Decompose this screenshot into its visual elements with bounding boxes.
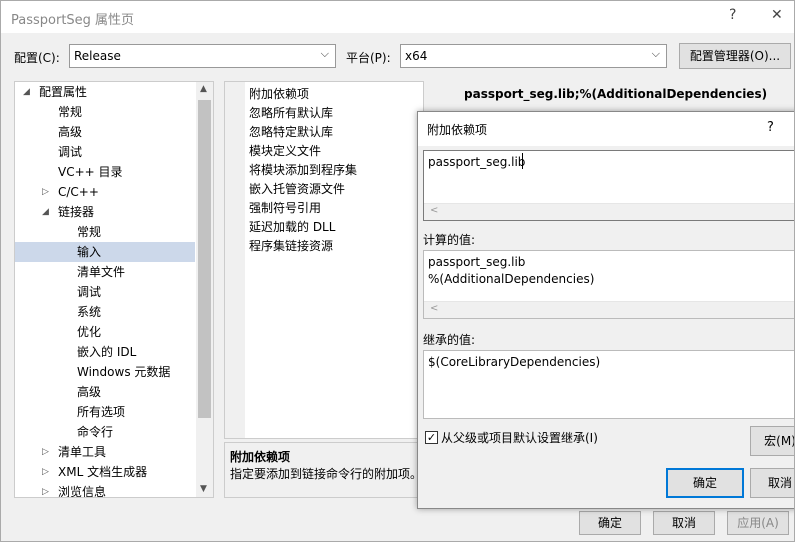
tree-item[interactable]: 清单工具 [58, 442, 106, 462]
expand-right-icon[interactable]: ▷ [42, 467, 49, 477]
tree-item[interactable]: XML 文档生成器 [58, 462, 147, 482]
tree-item[interactable]: 所有选项 [77, 402, 125, 422]
property-row[interactable]: 将模块添加到程序集 [249, 161, 357, 180]
window-title: PassportSeg 属性页 [11, 13, 135, 28]
config-manager-button[interactable]: 配置管理器(O)... [679, 43, 791, 69]
title-bar: PassportSeg 属性页 ? ✕ [1, 1, 794, 33]
additional-dependencies-dialog: 附加依赖项 ? passport_seg.lib < 计算的值: passpor… [417, 111, 794, 509]
apply-button[interactable]: 应用(A) [727, 511, 789, 535]
property-row[interactable]: 嵌入托管资源文件 [249, 180, 345, 199]
tree-item[interactable]: 调试 [77, 282, 101, 302]
scroll-left-icon[interactable]: < [430, 205, 438, 216]
tree-item[interactable]: 调试 [58, 142, 82, 162]
expand-down-icon[interactable]: ◢ [23, 87, 30, 97]
help-icon[interactable]: ? [729, 7, 736, 23]
expand-right-icon[interactable]: ▷ [42, 447, 49, 457]
tree-item[interactable]: 嵌入的 IDL [77, 342, 136, 362]
tree-item[interactable]: 系统 [77, 302, 101, 322]
scroll-up-icon[interactable]: ▲ [200, 84, 207, 94]
expand-right-icon[interactable]: ▷ [42, 187, 49, 197]
inherited-values-box: $(CoreLibraryDependencies) [423, 350, 794, 419]
tree-item[interactable]: VC++ 目录 [58, 162, 123, 182]
tree-item[interactable]: 输入 [77, 242, 101, 262]
description-panel: 附加依赖项 指定要添加到链接命令行的附加项。 [224, 442, 424, 498]
property-row[interactable]: 模块定义文件 [249, 142, 321, 161]
property-row[interactable]: 忽略所有默认库 [249, 104, 333, 123]
computed-values-box: passport_seg.lib %(AdditionalDependencie… [423, 250, 794, 319]
dialog-cancel-button[interactable]: 取消 [750, 468, 794, 498]
scroll-thumb[interactable] [198, 100, 211, 418]
computed-line: %(AdditionalDependencies) [428, 272, 595, 286]
chevron-down-icon: ⌵ [320, 47, 329, 60]
platform-value: x64 [405, 49, 428, 63]
property-row[interactable]: 忽略特定默认库 [249, 123, 333, 142]
expand-down-icon[interactable]: ◢ [42, 207, 49, 217]
description-title: 附加依赖项 [230, 450, 291, 464]
computed-label: 计算的值: [423, 233, 476, 247]
tree-item[interactable]: 高级 [58, 122, 82, 142]
inherited-value: $(CoreLibraryDependencies) [428, 355, 601, 369]
config-select[interactable]: Release ⌵ [69, 44, 336, 68]
config-label: 配置(C): [14, 51, 60, 65]
dependencies-edit-text: passport_seg.lib [428, 155, 526, 169]
tree-item[interactable]: 常规 [58, 102, 82, 122]
scroll-down-icon[interactable]: ▼ [200, 484, 207, 494]
platform-select[interactable]: x64 ⌵ [400, 44, 667, 68]
computed-line: passport_seg.lib [428, 255, 526, 269]
config-value: Release [74, 49, 121, 63]
close-icon[interactable]: ✕ [771, 7, 783, 23]
macro-button[interactable]: 宏(M) [750, 426, 794, 456]
property-row[interactable]: 延迟加载的 DLL [249, 218, 335, 237]
dependencies-edit-box[interactable]: passport_seg.lib < [423, 150, 794, 221]
platform-label: 平台(P): [346, 51, 391, 65]
text-cursor [522, 153, 523, 169]
inherit-checkbox[interactable]: ✓ [425, 431, 438, 444]
tree-selection-highlight [15, 242, 195, 262]
property-row[interactable]: 附加依赖项 [249, 85, 309, 104]
property-row[interactable]: 程序集链接资源 [249, 237, 333, 256]
additional-dependencies-value[interactable]: passport_seg.lib;%(AdditionalDependencie… [464, 87, 767, 101]
expand-right-icon[interactable]: ▷ [42, 487, 49, 497]
dialog-title-bar: 附加依赖项 ? [418, 112, 794, 146]
grid-margin [225, 82, 245, 438]
tree-item[interactable]: Windows 元数据 [77, 362, 170, 382]
computed-hscroll[interactable]: < [424, 301, 794, 318]
tree-item[interactable]: 高级 [77, 382, 101, 402]
dialog-ok-button[interactable]: 确定 [666, 468, 744, 498]
tree-item[interactable]: 清单文件 [77, 262, 125, 282]
tree-item[interactable]: 浏览信息 [58, 482, 106, 497]
scroll-left-icon[interactable]: < [430, 303, 438, 314]
tree-item[interactable]: 配置属性 [39, 82, 87, 102]
tree-item[interactable]: C/C++ [58, 182, 99, 202]
edit-hscroll[interactable]: < [424, 203, 794, 220]
help-icon[interactable]: ? [767, 120, 774, 135]
dialog-title: 附加依赖项 [427, 123, 488, 137]
cancel-button[interactable]: 取消 [653, 511, 715, 535]
tree-item[interactable]: 常规 [77, 222, 101, 242]
property-pages-window: PassportSeg 属性页 ? ✕ 配置(C): Release ⌵ 平台(… [0, 0, 795, 542]
inherit-checkbox-label[interactable]: 从父级或项目默认设置继承(I) [441, 429, 598, 446]
tree-scrollbar[interactable]: ▲ ▼ [196, 82, 213, 497]
property-grid: 附加依赖项 忽略所有默认库 忽略特定默认库 模块定义文件 将模块添加到程序集 嵌入托管资源… [224, 81, 424, 439]
chevron-down-icon: ⌵ [651, 47, 660, 60]
tree-item[interactable]: 命令行 [77, 422, 113, 442]
category-tree: ▲ ▼ ◢ 配置属性 常规 高级 调试 VC++ 目录 ▷ C/C++ ◢ 链接器 常规 输入 清单文件… [14, 81, 214, 498]
description-text: 指定要添加到链接命令行的附加项。 [230, 467, 423, 481]
tree-item[interactable]: 优化 [77, 322, 101, 342]
property-row[interactable]: 强制符号引用 [249, 199, 321, 218]
ok-button[interactable]: 确定 [579, 511, 641, 535]
inherited-label: 继承的值: [423, 333, 476, 347]
tree-item[interactable]: 链接器 [58, 202, 94, 222]
